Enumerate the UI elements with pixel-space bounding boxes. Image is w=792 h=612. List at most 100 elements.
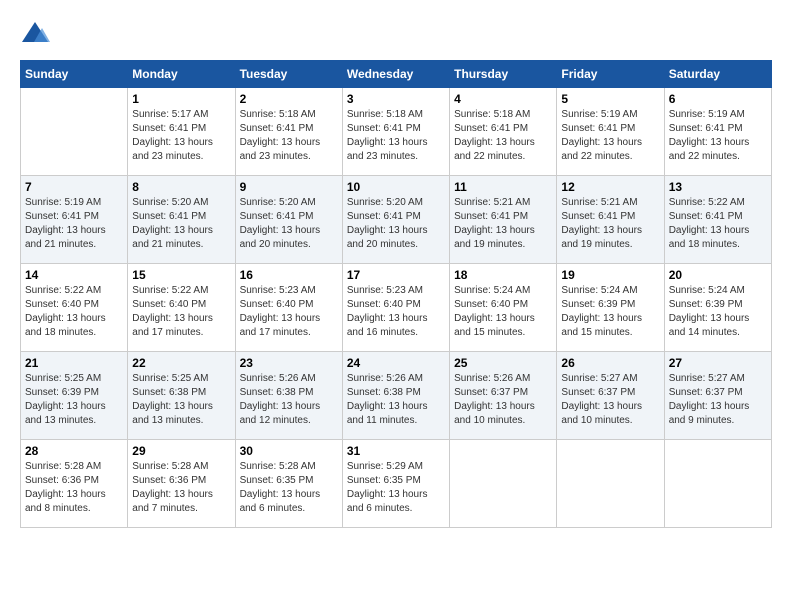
day-number: 4 xyxy=(454,92,552,106)
day-number: 22 xyxy=(132,356,230,370)
calendar-cell: 14 Sunrise: 5:22 AM Sunset: 6:40 PM Dayli… xyxy=(21,264,128,352)
day-info: Sunrise: 5:25 AM Sunset: 6:39 PM Dayligh… xyxy=(25,372,123,428)
calendar-cell: 5 Sunrise: 5:19 AM Sunset: 6:41 PM Daylig… xyxy=(557,88,664,176)
calendar-cell: 2 Sunrise: 5:18 AM Sunset: 6:41 PM Daylig… xyxy=(235,88,342,176)
day-info: Sunrise: 5:23 AM Sunset: 6:40 PM Dayligh… xyxy=(240,284,338,340)
day-number: 7 xyxy=(25,180,123,194)
day-info: Sunrise: 5:28 AM Sunset: 6:36 PM Dayligh… xyxy=(132,460,230,516)
day-number: 28 xyxy=(25,444,123,458)
calendar-cell xyxy=(557,440,664,528)
day-info: Sunrise: 5:27 AM Sunset: 6:37 PM Dayligh… xyxy=(669,372,767,428)
day-number: 23 xyxy=(240,356,338,370)
day-number: 12 xyxy=(561,180,659,194)
calendar-header-row: SundayMondayTuesdayWednesdayThursdayFrid… xyxy=(21,61,772,88)
day-number: 2 xyxy=(240,92,338,106)
day-number: 25 xyxy=(454,356,552,370)
col-header-sunday: Sunday xyxy=(21,61,128,88)
day-number: 16 xyxy=(240,268,338,282)
calendar-cell: 22 Sunrise: 5:25 AM Sunset: 6:38 PM Dayli… xyxy=(128,352,235,440)
col-header-wednesday: Wednesday xyxy=(342,61,449,88)
day-info: Sunrise: 5:22 AM Sunset: 6:41 PM Dayligh… xyxy=(669,196,767,252)
calendar-cell: 19 Sunrise: 5:24 AM Sunset: 6:39 PM Dayli… xyxy=(557,264,664,352)
day-number: 21 xyxy=(25,356,123,370)
calendar-cell: 18 Sunrise: 5:24 AM Sunset: 6:40 PM Dayli… xyxy=(450,264,557,352)
day-number: 20 xyxy=(669,268,767,282)
calendar-cell: 31 Sunrise: 5:29 AM Sunset: 6:35 PM Dayli… xyxy=(342,440,449,528)
day-number: 11 xyxy=(454,180,552,194)
day-number: 14 xyxy=(25,268,123,282)
calendar-cell: 25 Sunrise: 5:26 AM Sunset: 6:37 PM Dayli… xyxy=(450,352,557,440)
day-info: Sunrise: 5:21 AM Sunset: 6:41 PM Dayligh… xyxy=(454,196,552,252)
calendar-week-4: 21 Sunrise: 5:25 AM Sunset: 6:39 PM Dayli… xyxy=(21,352,772,440)
day-info: Sunrise: 5:21 AM Sunset: 6:41 PM Dayligh… xyxy=(561,196,659,252)
day-info: Sunrise: 5:28 AM Sunset: 6:36 PM Dayligh… xyxy=(25,460,123,516)
calendar-cell: 15 Sunrise: 5:22 AM Sunset: 6:40 PM Dayli… xyxy=(128,264,235,352)
day-info: Sunrise: 5:29 AM Sunset: 6:35 PM Dayligh… xyxy=(347,460,445,516)
calendar-cell: 24 Sunrise: 5:26 AM Sunset: 6:38 PM Dayli… xyxy=(342,352,449,440)
calendar-cell: 29 Sunrise: 5:28 AM Sunset: 6:36 PM Dayli… xyxy=(128,440,235,528)
col-header-saturday: Saturday xyxy=(664,61,771,88)
day-number: 9 xyxy=(240,180,338,194)
day-info: Sunrise: 5:23 AM Sunset: 6:40 PM Dayligh… xyxy=(347,284,445,340)
day-info: Sunrise: 5:18 AM Sunset: 6:41 PM Dayligh… xyxy=(240,108,338,164)
day-info: Sunrise: 5:19 AM Sunset: 6:41 PM Dayligh… xyxy=(25,196,123,252)
calendar-cell: 3 Sunrise: 5:18 AM Sunset: 6:41 PM Daylig… xyxy=(342,88,449,176)
day-info: Sunrise: 5:22 AM Sunset: 6:40 PM Dayligh… xyxy=(25,284,123,340)
calendar-cell: 17 Sunrise: 5:23 AM Sunset: 6:40 PM Dayli… xyxy=(342,264,449,352)
calendar-cell: 9Sunrise: 5:20 AM Sunset: 6:41 PM Daylig… xyxy=(235,176,342,264)
day-info: Sunrise: 5:18 AM Sunset: 6:41 PM Dayligh… xyxy=(454,108,552,164)
day-info: Sunrise: 5:24 AM Sunset: 6:39 PM Dayligh… xyxy=(561,284,659,340)
day-number: 15 xyxy=(132,268,230,282)
calendar-cell xyxy=(664,440,771,528)
col-header-monday: Monday xyxy=(128,61,235,88)
calendar-cell: 11 Sunrise: 5:21 AM Sunset: 6:41 PM Dayli… xyxy=(450,176,557,264)
day-info: Sunrise: 5:26 AM Sunset: 6:38 PM Dayligh… xyxy=(347,372,445,428)
calendar: SundayMondayTuesdayWednesdayThursdayFrid… xyxy=(20,60,772,528)
calendar-week-5: 28 Sunrise: 5:28 AM Sunset: 6:36 PM Dayli… xyxy=(21,440,772,528)
logo xyxy=(20,20,52,50)
calendar-week-2: 7 Sunrise: 5:19 AM Sunset: 6:41 PM Daylig… xyxy=(21,176,772,264)
col-header-thursday: Thursday xyxy=(450,61,557,88)
calendar-cell: 7 Sunrise: 5:19 AM Sunset: 6:41 PM Daylig… xyxy=(21,176,128,264)
calendar-cell xyxy=(21,88,128,176)
logo-icon xyxy=(20,20,50,50)
calendar-cell: 20 Sunrise: 5:24 AM Sunset: 6:39 PM Dayli… xyxy=(664,264,771,352)
day-info: Sunrise: 5:18 AM Sunset: 6:41 PM Dayligh… xyxy=(347,108,445,164)
day-info: Sunrise: 5:20 AM Sunset: 6:41 PM Dayligh… xyxy=(347,196,445,252)
day-number: 3 xyxy=(347,92,445,106)
calendar-cell: 6 Sunrise: 5:19 AM Sunset: 6:41 PM Daylig… xyxy=(664,88,771,176)
day-number: 13 xyxy=(669,180,767,194)
calendar-week-3: 14 Sunrise: 5:22 AM Sunset: 6:40 PM Dayli… xyxy=(21,264,772,352)
day-number: 5 xyxy=(561,92,659,106)
day-info: Sunrise: 5:19 AM Sunset: 6:41 PM Dayligh… xyxy=(669,108,767,164)
day-number: 8 xyxy=(132,180,230,194)
day-info: Sunrise: 5:24 AM Sunset: 6:39 PM Dayligh… xyxy=(669,284,767,340)
day-info: Sunrise: 5:20 AM Sunset: 6:41 PM Dayligh… xyxy=(132,196,230,252)
day-info: Sunrise: 5:25 AM Sunset: 6:38 PM Dayligh… xyxy=(132,372,230,428)
day-number: 29 xyxy=(132,444,230,458)
day-number: 6 xyxy=(669,92,767,106)
calendar-cell: 16 Sunrise: 5:23 AM Sunset: 6:40 PM Dayli… xyxy=(235,264,342,352)
day-info: Sunrise: 5:24 AM Sunset: 6:40 PM Dayligh… xyxy=(454,284,552,340)
calendar-cell: 27 Sunrise: 5:27 AM Sunset: 6:37 PM Dayli… xyxy=(664,352,771,440)
page-header xyxy=(20,20,772,50)
day-number: 27 xyxy=(669,356,767,370)
col-header-friday: Friday xyxy=(557,61,664,88)
day-info: Sunrise: 5:27 AM Sunset: 6:37 PM Dayligh… xyxy=(561,372,659,428)
day-info: Sunrise: 5:26 AM Sunset: 6:37 PM Dayligh… xyxy=(454,372,552,428)
calendar-cell: 23 Sunrise: 5:26 AM Sunset: 6:38 PM Dayli… xyxy=(235,352,342,440)
day-number: 26 xyxy=(561,356,659,370)
day-number: 31 xyxy=(347,444,445,458)
day-number: 18 xyxy=(454,268,552,282)
day-number: 19 xyxy=(561,268,659,282)
calendar-cell: 10Sunrise: 5:20 AM Sunset: 6:41 PM Dayli… xyxy=(342,176,449,264)
calendar-cell xyxy=(450,440,557,528)
day-info: Sunrise: 5:26 AM Sunset: 6:38 PM Dayligh… xyxy=(240,372,338,428)
calendar-cell: 28 Sunrise: 5:28 AM Sunset: 6:36 PM Dayli… xyxy=(21,440,128,528)
day-number: 24 xyxy=(347,356,445,370)
day-info: Sunrise: 5:22 AM Sunset: 6:40 PM Dayligh… xyxy=(132,284,230,340)
day-info: Sunrise: 5:19 AM Sunset: 6:41 PM Dayligh… xyxy=(561,108,659,164)
calendar-cell: 8 Sunrise: 5:20 AM Sunset: 6:41 PM Daylig… xyxy=(128,176,235,264)
day-number: 17 xyxy=(347,268,445,282)
calendar-cell: 26 Sunrise: 5:27 AM Sunset: 6:37 PM Dayli… xyxy=(557,352,664,440)
